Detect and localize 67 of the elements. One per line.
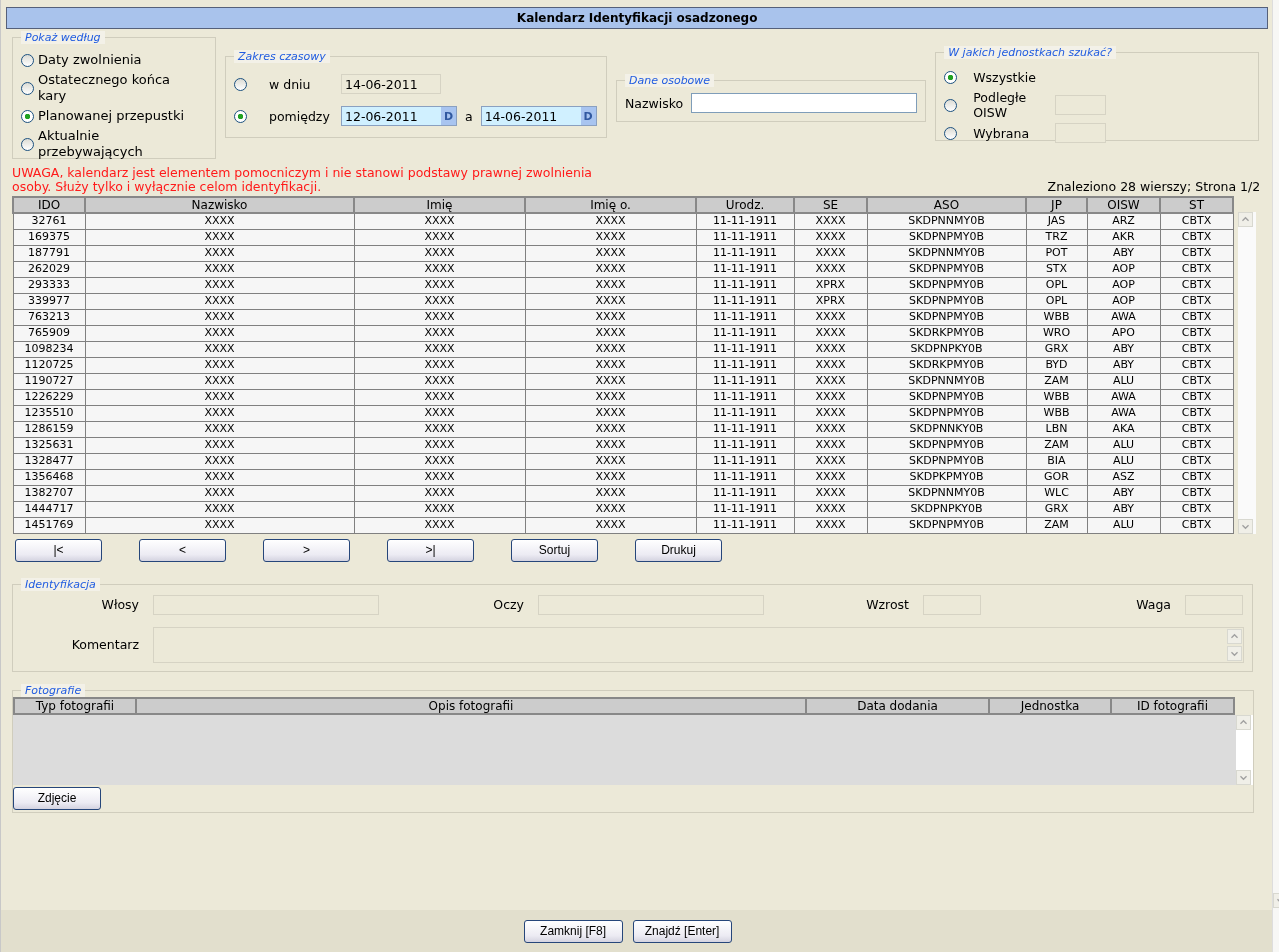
field-label: Wzrost xyxy=(865,597,909,612)
field-label: Włosy xyxy=(100,597,139,612)
group-legend: Zakres czasowy xyxy=(234,50,330,63)
radio-label: Wszystkie xyxy=(972,69,1037,85)
column-header[interactable]: ST xyxy=(1160,197,1233,213)
radio-label: w dniu xyxy=(268,76,312,92)
radio-button[interactable] xyxy=(21,53,34,67)
group-legend: Dane osobowe xyxy=(625,74,715,87)
radio-label: Aktualnie przebywających xyxy=(38,128,144,160)
toolbar-button[interactable]: Sortuj xyxy=(511,538,598,562)
radio-button[interactable] xyxy=(21,81,34,95)
column-header[interactable]: Imię xyxy=(354,197,525,213)
date-picker-button[interactable]: D xyxy=(580,107,596,125)
column-header[interactable]: Nazwisko xyxy=(85,197,354,213)
radio-button[interactable] xyxy=(21,137,34,151)
surname-field[interactable] xyxy=(691,93,918,113)
date-field[interactable]: 12-06-2011 D xyxy=(341,106,457,126)
column-header[interactable]: SE xyxy=(794,197,867,213)
list-scrollbar[interactable] xyxy=(1236,714,1253,785)
column-header[interactable]: Typ fotografii xyxy=(14,697,136,714)
result-count: Znaleziono 28 wierszy; Strona 1/2 xyxy=(1047,179,1261,194)
radio-button[interactable] xyxy=(234,109,247,123)
column-header[interactable]: ASO xyxy=(867,197,1026,213)
toolbar-button[interactable]: >| xyxy=(387,538,474,562)
group-legend: Pokaż według xyxy=(21,31,105,44)
column-header[interactable]: Data dodania xyxy=(806,697,989,714)
radio-label: Podległe OISW xyxy=(972,90,1028,120)
comment-field[interactable] xyxy=(153,626,1244,663)
field-label: Nazwisko xyxy=(625,95,684,111)
toolbar-button[interactable]: Drukuj xyxy=(635,538,722,562)
date-field[interactable]: 14-06-2011 D xyxy=(480,106,597,126)
radio-button[interactable] xyxy=(21,109,34,123)
radio-button[interactable] xyxy=(944,98,958,112)
radio-button[interactable] xyxy=(944,126,958,140)
column-header[interactable]: ID fotografii xyxy=(1111,697,1234,714)
window-title: Kalendarz Identyfikacji osadzonego xyxy=(6,7,1269,29)
radio-label: pomiędzy xyxy=(268,108,331,124)
radio-label: Ostatecznego końca kary xyxy=(38,72,172,104)
table-scrollbar[interactable] xyxy=(1238,212,1256,534)
photo-button[interactable]: Zdjęcie xyxy=(13,786,101,810)
date-field[interactable]: 14-06-2011 xyxy=(341,74,441,94)
field-label: Komentarz xyxy=(70,637,139,652)
group-legend: Identyfikacja xyxy=(21,577,100,591)
toolbar-button[interactable]: |< xyxy=(15,538,102,562)
column-header[interactable]: Urodz. xyxy=(696,197,794,213)
group-legend: Fotografie xyxy=(21,683,86,697)
column-header[interactable]: IDO xyxy=(13,197,85,213)
radio-label: Planowanej przepustki xyxy=(38,108,185,124)
column-header[interactable]: OISW xyxy=(1087,197,1160,213)
column-header[interactable]: JP xyxy=(1026,197,1087,213)
radio-button[interactable] xyxy=(234,77,247,91)
column-header[interactable]: Imię o. xyxy=(525,197,696,213)
radio-button[interactable] xyxy=(944,70,958,84)
column-header[interactable]: Opis fotografii xyxy=(136,697,806,714)
field-label: Oczy xyxy=(492,597,524,612)
radio-label: Daty zwolnienia xyxy=(38,52,142,68)
footer-button[interactable]: Znajdź [Enter] xyxy=(632,919,732,943)
group-legend: W jakich jednostkach szukać? xyxy=(944,46,1116,59)
warning-text: UWAGA, kalendarz jest elementem pomocniczym i nie stanowi podstawy prawnej zwolnienia osoby. Służy tylko i wyłącznie celom identyfikacji. xyxy=(12,166,594,194)
column-header[interactable]: Jednostka xyxy=(989,697,1111,714)
separator-text: a xyxy=(465,108,473,124)
radio-label: Wybrana xyxy=(972,125,1031,141)
toolbar-button[interactable]: > xyxy=(263,538,350,562)
footer-button[interactable]: Zamknij [F8] xyxy=(523,919,623,943)
field-label: Waga xyxy=(1135,597,1171,612)
toolbar-button[interactable]: < xyxy=(139,538,226,562)
date-picker-button[interactable]: D xyxy=(441,107,456,125)
